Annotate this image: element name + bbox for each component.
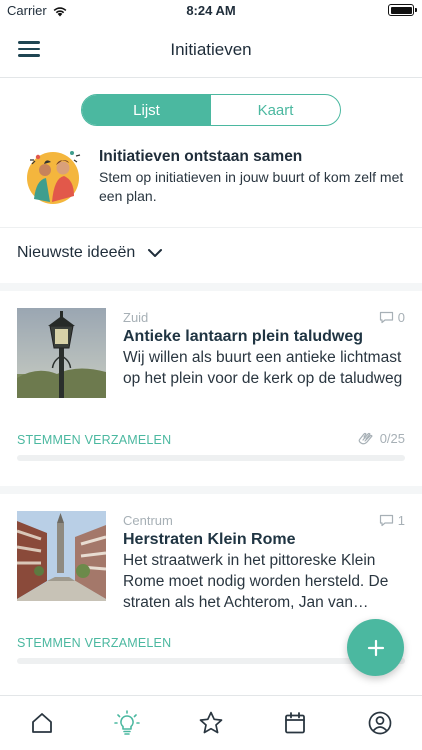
page-title: Initiatieven <box>170 40 252 59</box>
comment-count: 0 <box>397 310 405 325</box>
home-icon <box>32 713 53 733</box>
card-status: STEMMEN VERZAMELEN <box>17 433 172 447</box>
lightbulb-icon <box>113 710 140 735</box>
battery-fill <box>390 6 412 14</box>
calendar-icon <box>285 712 306 734</box>
community-illustration-icon <box>27 151 81 204</box>
card-comments[interactable]: 1 <box>379 513 405 528</box>
divider <box>0 227 422 228</box>
comment-icon <box>379 514 393 527</box>
vote-progress-bar <box>17 658 405 664</box>
chevron-down-icon <box>148 249 163 257</box>
star-icon <box>199 711 223 734</box>
card-title[interactable]: Herstraten Klein Rome <box>123 531 296 549</box>
battery-icon <box>388 4 417 16</box>
vote-count: 0/25 <box>379 431 405 446</box>
vote-progress-bar <box>17 455 405 461</box>
tab-bar <box>0 695 422 750</box>
status-time: 8:24 AM <box>186 3 236 18</box>
comment-count: 1 <box>397 513 405 528</box>
app-header: Initiatieven <box>0 22 422 78</box>
intro-banner: Initiatieven ontstaan samen Stem op init… <box>24 142 414 212</box>
sort-dropdown[interactable]: Nieuwste ideeën <box>17 244 163 262</box>
tab-profile[interactable] <box>338 696 422 750</box>
clapping-hands-icon <box>358 432 373 445</box>
comment-icon <box>379 311 393 324</box>
profile-icon <box>368 711 392 735</box>
status-bar: Carrier 8:24 AM <box>0 0 422 22</box>
tab-initiatives[interactable] <box>84 696 168 750</box>
tab-agenda[interactable] <box>253 696 337 750</box>
card-comments[interactable]: 0 <box>379 310 405 325</box>
toggle-list[interactable]: Lijst <box>82 95 211 125</box>
sort-label: Nieuwste ideeën <box>17 244 136 261</box>
card-district: Centrum <box>123 513 173 528</box>
lantern-image <box>17 308 106 398</box>
card-description: Het straatwerk in het pittoreske Klein R… <box>123 552 389 611</box>
card-description: Wij willen als buurt een antieke lichtma… <box>123 349 403 387</box>
card-votes: 0/25 <box>357 431 405 446</box>
card-title[interactable]: Antieke lantaarn plein taludweg <box>123 328 363 346</box>
view-toggle: Lijst Kaart <box>81 94 341 126</box>
card-status: STEMMEN VERZAMELEN <box>17 636 172 650</box>
section-separator <box>0 486 422 494</box>
toggle-map[interactable]: Kaart <box>211 95 340 125</box>
card-district: Zuid <box>123 310 149 325</box>
street-image <box>17 511 106 601</box>
intro-title: Initiatieven ontstaan samen <box>99 148 303 165</box>
add-initiative-button[interactable] <box>347 619 404 676</box>
intro-text: Stem op initiatieven in jouw buurt of ko… <box>99 169 404 204</box>
initiative-card[interactable]: Zuid 0 Antieke lantaarn plein taludweg W… <box>0 291 422 486</box>
section-separator <box>0 283 422 291</box>
tab-home[interactable] <box>0 696 84 750</box>
tab-favorites[interactable] <box>169 696 253 750</box>
plus-icon <box>367 639 384 656</box>
